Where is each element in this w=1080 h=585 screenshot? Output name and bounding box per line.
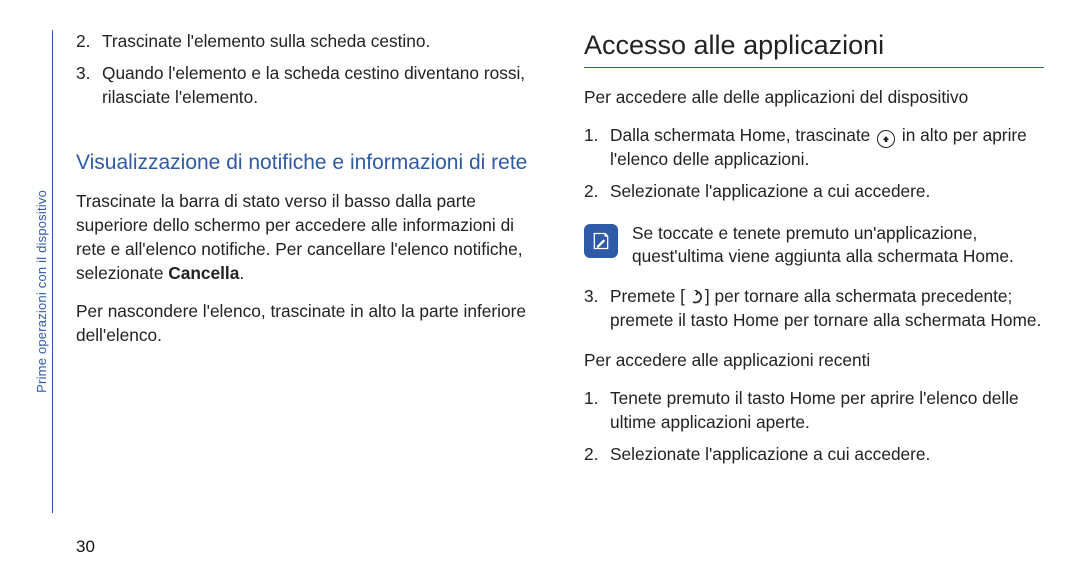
list-text: Premete [] per tornare alla schermata pr…: [610, 285, 1044, 333]
list-number: 3.: [584, 285, 610, 333]
list-text: Selezionate l'applicazione a cui acceder…: [610, 180, 930, 204]
list-item: 2. Selezionate l'applicazione a cui acce…: [584, 180, 1044, 204]
list-text: Selezionate l'applicazione a cui acceder…: [610, 443, 930, 467]
list-number: 2.: [584, 443, 610, 467]
list-item: 1. Tenete premuto il tasto Home per apri…: [584, 387, 1044, 435]
list-number: 1.: [584, 387, 610, 435]
list-item: 1. Dalla schermata Home, trascinate in a…: [584, 124, 1044, 172]
note-callout: Se toccate e tenete premuto un'applicazi…: [584, 222, 1044, 270]
subheading: Visualizzazione di notifiche e informazi…: [76, 150, 536, 177]
back-key-icon: [687, 290, 703, 304]
list-item: 2. Trascinate l'elemento sulla scheda ce…: [76, 30, 536, 54]
apps-up-icon: [877, 130, 895, 148]
text-run: Premete [: [610, 286, 685, 306]
bold-text: Cancella: [168, 263, 239, 283]
list-item: 3. Premete [] per tornare alla schermata…: [584, 285, 1044, 333]
paragraph: Trascinate la barra di stato verso il ba…: [76, 190, 536, 285]
paragraph: Per accedere alle applicazioni recenti: [584, 349, 1044, 373]
note-icon: [584, 224, 618, 258]
list-number: 3.: [76, 62, 102, 110]
page-content: 2. Trascinate l'elemento sulla scheda ce…: [0, 0, 1080, 585]
list-number: 2.: [584, 180, 610, 204]
note-text: Se toccate e tenete premuto un'applicazi…: [632, 222, 1044, 270]
text-run: Trascinate la barra di stato verso il ba…: [76, 191, 523, 283]
text-run: Dalla schermata Home, trascinate: [610, 125, 875, 145]
list-text: Quando l'elemento e la scheda cestino di…: [102, 62, 536, 110]
list-item: 3. Quando l'elemento e la scheda cestino…: [76, 62, 536, 110]
section-heading: Accesso alle applicazioni: [584, 30, 1044, 68]
paragraph: Per nascondere l'elenco, trascinate in a…: [76, 300, 536, 348]
right-column: Accesso alle applicazioni Per accedere a…: [584, 30, 1044, 555]
list-text: Tenete premuto il tasto Home per aprire …: [610, 387, 1044, 435]
text-run: .: [239, 263, 244, 283]
list-text: Trascinate l'elemento sulla scheda cesti…: [102, 30, 430, 54]
list-number: 1.: [584, 124, 610, 172]
list-text: Dalla schermata Home, trascinate in alto…: [610, 124, 1044, 172]
left-column: 2. Trascinate l'elemento sulla scheda ce…: [76, 30, 536, 555]
sidebar-section-label: Prime operazioni con il dispositivo: [34, 190, 49, 393]
sidebar-rule: [52, 30, 53, 513]
page-number: 30: [76, 537, 95, 557]
list-item: 2. Selezionate l'applicazione a cui acce…: [584, 443, 1044, 467]
paragraph: Per accedere alle delle applicazioni del…: [584, 86, 1044, 110]
list-number: 2.: [76, 30, 102, 54]
